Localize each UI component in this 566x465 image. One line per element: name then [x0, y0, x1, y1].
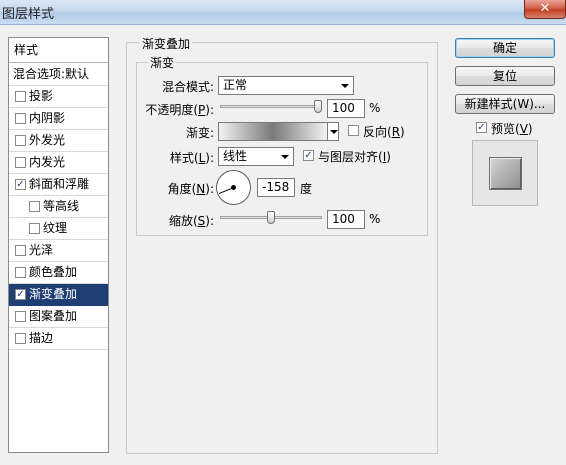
- stroke-checkbox[interactable]: [15, 333, 26, 344]
- bevel-emboss-checkbox[interactable]: ✓: [15, 179, 26, 190]
- list-item-label: 图案叠加: [29, 309, 78, 323]
- list-item-selected[interactable]: ✓ 渐变叠加: [9, 284, 108, 306]
- close-icon: ✕: [539, 1, 551, 16]
- list-item[interactable]: 颜色叠加: [9, 262, 108, 284]
- list-item-label: 斜面和浮雕: [29, 177, 90, 191]
- inner-shadow-checkbox[interactable]: [15, 113, 26, 124]
- list-item[interactable]: 内发光: [9, 152, 108, 174]
- blending-options-item[interactable]: 混合选项:默认: [9, 64, 108, 86]
- title-bar: 图层样式 ✕: [0, 0, 566, 25]
- outer-glow-checkbox[interactable]: [15, 135, 26, 146]
- preview-label: 预览(V): [491, 122, 533, 136]
- gradient-dropdown-button[interactable]: [327, 122, 339, 141]
- gradient-overlay-checkbox[interactable]: ✓: [15, 289, 26, 300]
- reset-button[interactable]: 复位: [455, 66, 555, 86]
- list-item[interactable]: 描边: [9, 328, 108, 350]
- scale-slider-thumb[interactable]: [267, 211, 275, 224]
- window-title: 图层样式: [2, 7, 55, 22]
- texture-checkbox[interactable]: [29, 223, 40, 234]
- list-item-label: 颜色叠加: [29, 265, 78, 279]
- angle-unit: 度: [300, 182, 313, 196]
- list-item[interactable]: 投影: [9, 86, 108, 108]
- chevron-down-icon: [341, 84, 349, 88]
- drop-shadow-checkbox[interactable]: [15, 91, 26, 102]
- list-item-label: 内阴影: [29, 111, 66, 125]
- satin-checkbox[interactable]: [15, 245, 26, 256]
- contour-checkbox[interactable]: [29, 201, 40, 212]
- list-item[interactable]: 内阴影: [9, 108, 108, 130]
- styles-list-header[interactable]: 样式: [9, 38, 108, 63]
- opacity-label: 不透明度(P):: [145, 103, 214, 117]
- style-preview-swatch: [489, 157, 522, 190]
- reverse-label: 反向(R): [363, 125, 405, 139]
- gradient-subgroup-title: 渐变: [148, 54, 177, 71]
- list-item-label: 投影: [29, 89, 54, 103]
- gradient-label: 渐变:: [185, 126, 214, 140]
- scale-label: 缩放(S):: [168, 214, 214, 228]
- list-item-label: 描边: [29, 331, 54, 345]
- color-overlay-checkbox[interactable]: [15, 267, 26, 278]
- list-item-label: 渐变叠加: [29, 287, 78, 301]
- style-value: 线性: [223, 149, 248, 163]
- list-item-label: 等高线: [43, 199, 80, 213]
- blend-mode-label: 混合模式:: [161, 80, 214, 94]
- gradient-overlay-title: 渐变叠加: [140, 35, 193, 52]
- list-item-label: 纹理: [43, 221, 68, 235]
- list-item[interactable]: ✓ 斜面和浮雕: [9, 174, 108, 196]
- ok-button[interactable]: 确定: [455, 38, 555, 58]
- list-item-label: 内发光: [29, 155, 66, 169]
- gradient-picker[interactable]: [218, 122, 328, 141]
- list-item[interactable]: 光泽: [9, 240, 108, 262]
- angle-input[interactable]: -158: [257, 178, 295, 197]
- list-item[interactable]: 图案叠加: [9, 306, 108, 328]
- blend-mode-value: 正常: [223, 78, 248, 92]
- style-select[interactable]: 线性: [218, 147, 294, 166]
- opacity-slider-thumb[interactable]: [314, 100, 322, 113]
- blending-options-label: 混合选项:默认: [13, 67, 90, 81]
- chevron-down-icon: [330, 130, 338, 134]
- inner-glow-checkbox[interactable]: [15, 157, 26, 168]
- opacity-unit: %: [369, 101, 381, 115]
- close-button[interactable]: ✕: [524, 0, 566, 19]
- angle-label: 角度(N):: [167, 182, 214, 196]
- align-with-layer-label: 与图层对齐(I): [318, 150, 391, 164]
- angle-dial[interactable]: [216, 170, 251, 205]
- style-preview: [472, 140, 538, 206]
- styles-list: 样式 混合选项:默认 投影 内阴影 外发光 内发光 ✓ 斜面和浮雕 等高线 纹理…: [8, 37, 109, 453]
- opacity-input[interactable]: 100: [327, 99, 365, 118]
- angle-dial-center: [231, 185, 236, 190]
- list-item[interactable]: 外发光: [9, 130, 108, 152]
- list-item[interactable]: 等高线: [9, 196, 108, 218]
- scale-unit: %: [369, 212, 381, 226]
- style-label: 样式(L):: [169, 151, 214, 165]
- preview-checkbox[interactable]: ✓: [476, 122, 487, 133]
- new-style-button[interactable]: 新建样式(W)...: [455, 94, 555, 114]
- scale-input[interactable]: 100: [327, 210, 365, 229]
- blend-mode-select[interactable]: 正常: [218, 76, 354, 95]
- chevron-down-icon: [281, 155, 289, 159]
- list-item-label: 外发光: [29, 133, 66, 147]
- opacity-slider-track[interactable]: [220, 105, 322, 108]
- align-with-layer-checkbox[interactable]: ✓: [303, 150, 314, 161]
- list-item-label: 光泽: [29, 243, 54, 257]
- reverse-checkbox[interactable]: [348, 125, 359, 136]
- list-item[interactable]: 纹理: [9, 218, 108, 240]
- pattern-overlay-checkbox[interactable]: [15, 311, 26, 322]
